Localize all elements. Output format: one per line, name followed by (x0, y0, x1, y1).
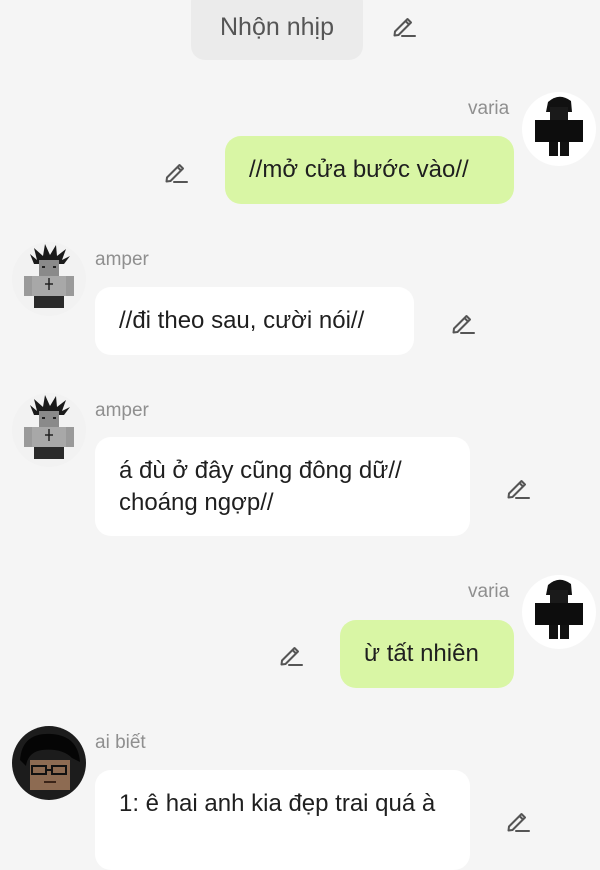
message-bubble[interactable]: 1: ê hai anh kia đẹp trai quá à (95, 770, 470, 870)
pencil-icon (277, 640, 305, 668)
message-text: ừ tất nhiên (364, 640, 479, 667)
pencil-icon (390, 11, 418, 39)
message-bubble[interactable]: //đi theo sau, cười nói// (95, 287, 414, 355)
amper-avatar[interactable] (12, 393, 86, 467)
sender-name: varia (468, 98, 510, 119)
chat-title: Nhộn nhịp (191, 0, 363, 60)
message-bubble[interactable]: ừ tất nhiên (340, 620, 514, 688)
amper-avatar[interactable] (12, 242, 86, 316)
varia-avatar[interactable] (522, 575, 596, 649)
ai-biet-avatar[interactable] (12, 726, 86, 800)
edit-message-icon[interactable] (277, 640, 305, 668)
message-text: 1: ê hai anh kia đẹp trai quá à (119, 790, 436, 817)
edit-title-icon[interactable] (390, 11, 418, 39)
message-bubble[interactable]: //mở cửa bước vào// (225, 136, 514, 204)
edit-message-icon[interactable] (504, 806, 532, 834)
sender-name: amper (95, 400, 149, 421)
sender-name: varia (468, 581, 510, 602)
pencil-icon (504, 806, 532, 834)
varia-avatar[interactable] (522, 92, 596, 166)
edit-message-icon[interactable] (162, 157, 190, 185)
edit-message-icon[interactable] (449, 308, 477, 336)
edit-message-icon[interactable] (504, 473, 532, 501)
message-bubble[interactable]: á đù ở đây cũng đông dữ// choáng ngợp// (95, 437, 470, 536)
pencil-icon (449, 308, 477, 336)
pencil-icon (162, 157, 190, 185)
sender-name: amper (95, 249, 149, 270)
message-text: //đi theo sau, cười nói// (119, 307, 365, 334)
pencil-icon (504, 473, 532, 501)
message-text: á đù ở đây cũng đông dữ// choáng ngợp// (119, 457, 402, 516)
message-text: //mở cửa bước vào// (249, 156, 469, 183)
chat-title-text: Nhộn nhịp (220, 13, 334, 41)
sender-name: ai biết (95, 732, 146, 753)
